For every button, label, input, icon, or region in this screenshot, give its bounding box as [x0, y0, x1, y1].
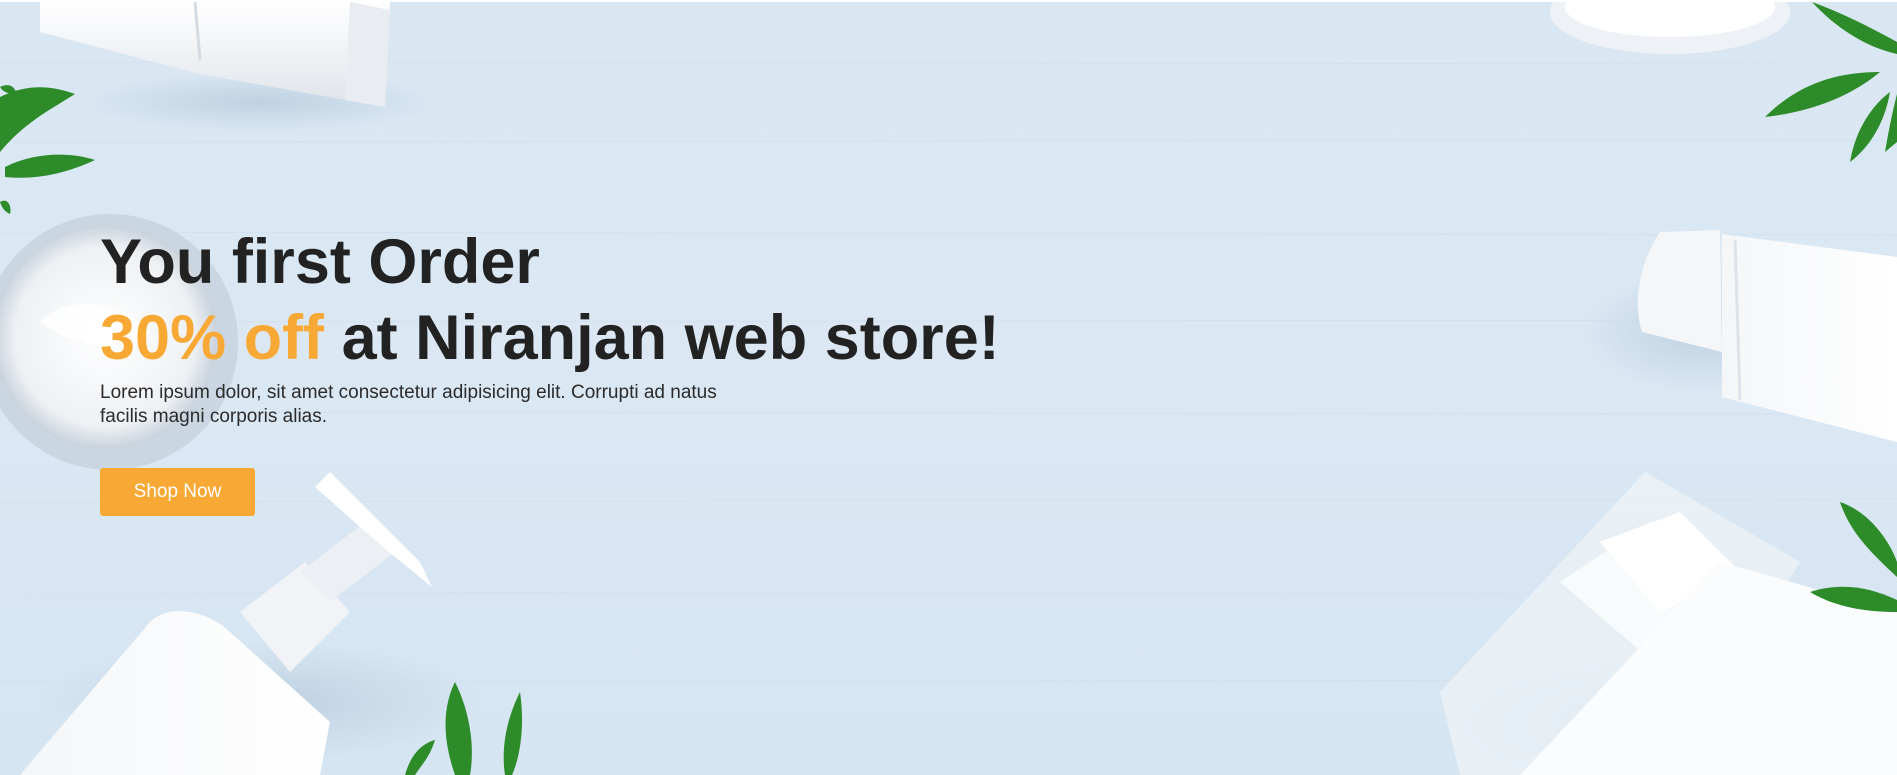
cream-jar-icon: [1550, 2, 1790, 54]
hero-banner: You first Order 30% off at Niranjan web …: [0, 2, 1897, 775]
hero-description: Lorem ipsum dolor, sit amet consectetur …: [100, 382, 717, 427]
heading-line1: You first Order: [100, 227, 540, 297]
leaf-icon: [1765, 2, 1897, 162]
shop-now-button[interactable]: Shop Now: [100, 468, 255, 516]
pump-bottle-icon: [1440, 472, 1897, 775]
discount-highlight: 30% off: [100, 303, 325, 373]
hero-content: You first Order 30% off at Niranjan web …: [100, 224, 1000, 516]
tube-icon: [40, 2, 440, 132]
hero-heading: You first Order 30% off at Niranjan web …: [100, 224, 1000, 376]
leaf-icon: [1810, 502, 1897, 612]
bottle-icon: [1580, 230, 1897, 442]
pump-bottle-icon: [20, 472, 480, 775]
heading-rest: at Niranjan web store!: [341, 303, 1000, 373]
